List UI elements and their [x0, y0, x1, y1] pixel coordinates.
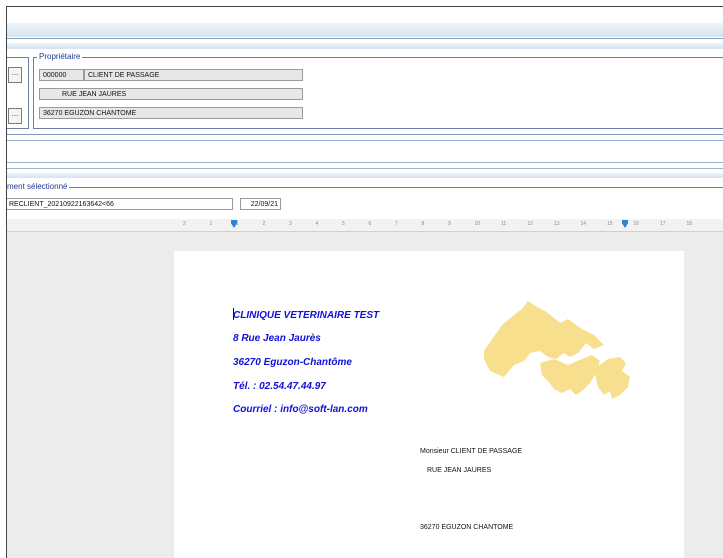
- ruler-tick-label: 10: [474, 221, 481, 227]
- clinic-name: CLINIQUE VETERINAIRE TEST: [233, 310, 380, 321]
- ruler-tick-label: 2: [262, 221, 266, 227]
- clinic-phone: Tél. : 02.54.47.44.97: [233, 381, 326, 392]
- owner-city-field[interactable]: 36270 EGUZON CHANTOME: [39, 107, 303, 119]
- ruler-tick-label: 17: [660, 221, 666, 227]
- ruler-tick-label: 18: [686, 221, 693, 227]
- document-date-field[interactable]: 22/09/21: [240, 198, 281, 210]
- ruler-tick-label: 14: [580, 221, 587, 227]
- clinic-street: 8 Rue Jean Jaurès: [233, 333, 321, 344]
- header-band: [7, 23, 723, 37]
- owner-name-field[interactable]: CLIENT DE PASSAGE: [84, 69, 303, 81]
- document-groupbox-line: [7, 187, 723, 188]
- ruler-tick-label: 6: [368, 221, 372, 227]
- owner-street-field[interactable]: RUE JEAN JAURES: [39, 88, 303, 100]
- document-groupbox-title: ment sélectionné: [7, 182, 70, 192]
- document-filename-field[interactable]: RECLIENT_20210922163642<66: [7, 198, 233, 210]
- ruler-tick-label: 8: [421, 221, 425, 227]
- recipient-name: Monsieur CLIENT DE PASSAGE: [420, 448, 523, 455]
- clinic-logo-icon: [484, 301, 630, 399]
- letter-page[interactable]: CLINIQUE VETERINAIRE TEST 8 Rue Jean Jau…: [174, 251, 684, 558]
- divider: [7, 140, 723, 141]
- header-band-2: [7, 43, 723, 49]
- ellipsis-button-1[interactable]: ...: [8, 67, 22, 83]
- main-window: ... ... Propriétaire 000000 CLIENT DE PA…: [6, 6, 723, 558]
- ruler-tick-label: 5: [342, 221, 345, 227]
- clinic-email: Courriel : info@soft-lan.com: [233, 404, 368, 415]
- ellipsis-button-2[interactable]: ...: [8, 108, 22, 124]
- right-indent-marker[interactable]: [622, 220, 628, 228]
- ruler-tick-label: 4: [315, 221, 319, 227]
- ruler-tick-label: 9: [448, 221, 451, 227]
- ruler-tick-label: 7: [395, 221, 398, 227]
- ruler-tick-label: 13: [554, 221, 560, 227]
- divider: [7, 162, 723, 163]
- section-band: [7, 173, 723, 178]
- ruler: 2 1 1 2 3 4 5 6 7 8 9 10 11 12 13 14 15 16 17 18: [7, 219, 723, 232]
- divider: [7, 134, 723, 135]
- clinic-city: 36270 Eguzon-Chantôme: [233, 357, 352, 368]
- ruler-tick-label: 12: [527, 221, 534, 227]
- owner-groupbox-title: Propriétaire: [37, 52, 83, 62]
- ruler-tick-label: 16: [633, 221, 640, 227]
- ruler-tick-label: 2: [183, 221, 186, 227]
- divider: [7, 38, 723, 39]
- recipient-city: 36270 EGUZON CHANTOME: [420, 524, 514, 531]
- ruler-tick-label: 15: [607, 221, 613, 227]
- divider: [7, 168, 723, 169]
- ruler-tick-label: 1: [236, 221, 239, 227]
- ruler-tick-label: 3: [289, 221, 292, 227]
- ruler-tick-label: 1: [209, 221, 213, 227]
- ruler-tick-label: 11: [501, 221, 507, 227]
- document-area[interactable]: CLINIQUE VETERINAIRE TEST 8 Rue Jean Jau…: [7, 232, 723, 558]
- owner-code-field[interactable]: 000000: [39, 69, 84, 81]
- recipient-street: RUE JEAN JAURES: [427, 467, 492, 474]
